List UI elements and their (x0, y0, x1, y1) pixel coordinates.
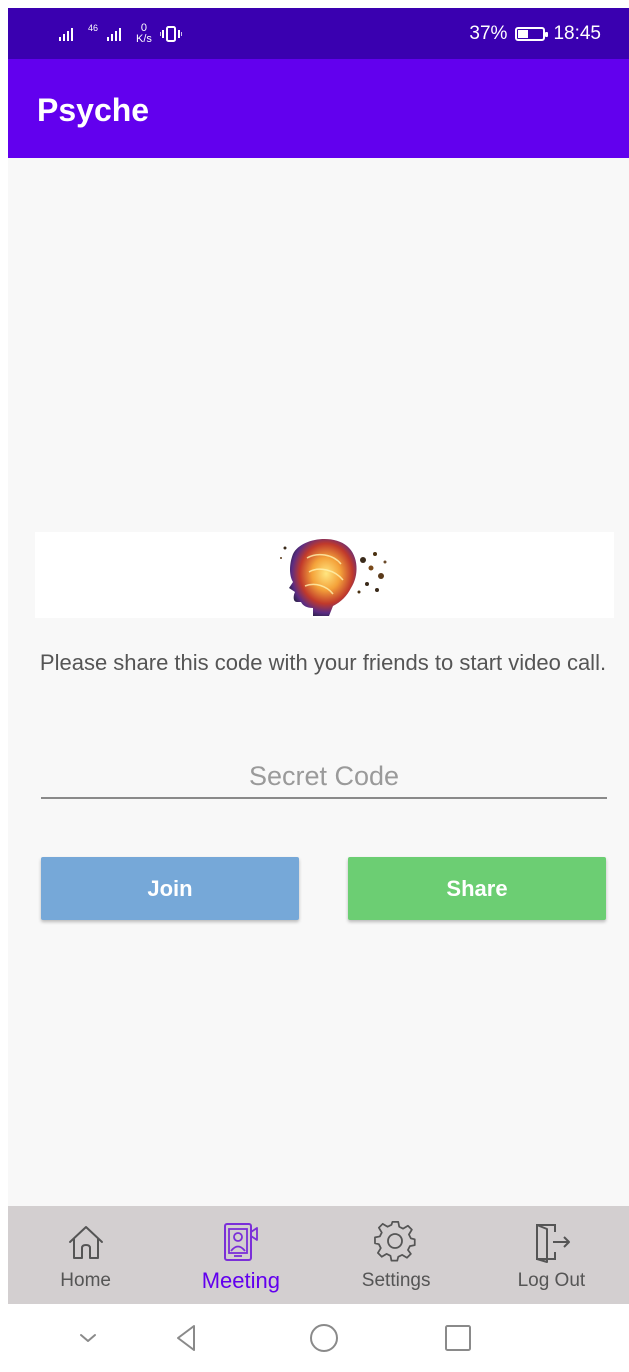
nav-label-settings: Settings (361, 1270, 431, 1291)
back-icon[interactable] (168, 1320, 204, 1356)
network-speed-unit: K/s (136, 33, 152, 45)
clock: 18:45 (553, 23, 601, 44)
nav-item-settings[interactable]: Settings (319, 1206, 474, 1304)
nav-label-home: Home (60, 1270, 111, 1291)
secret-code-input[interactable] (41, 755, 607, 799)
bottom-navigation: Home Meeting Settings Log Out (8, 1206, 629, 1304)
status-left-group: 46 0 K/s (58, 20, 182, 48)
logo-banner (35, 532, 614, 618)
join-button[interactable]: Join (41, 857, 299, 920)
nav-label-logout: Log Out (517, 1270, 586, 1291)
nav-item-logout[interactable]: Log Out (474, 1206, 629, 1304)
share-instructions: Please share this code with your friends… (39, 650, 607, 675)
system-navigation-bar (8, 1304, 629, 1372)
meeting-icon (223, 1223, 258, 1261)
app-title: Psyche (37, 92, 150, 128)
network-type-label: 46 (88, 22, 99, 33)
gear-icon (374, 1221, 416, 1262)
vibrate-icon (159, 26, 182, 42)
battery-percent: 37% (469, 23, 508, 44)
status-right-group: 37% 18:45 (469, 20, 601, 48)
chevron-down-icon[interactable] (70, 1320, 106, 1356)
network-speed: 0 K/s (136, 23, 152, 45)
battery-level-fill (518, 30, 529, 38)
psyche-logo-image (280, 539, 387, 616)
signal-icon (59, 28, 73, 41)
app-bar: Psyche (8, 59, 629, 158)
recents-square-icon[interactable] (440, 1320, 476, 1356)
home-circle-icon[interactable] (306, 1320, 342, 1356)
status-bar: 46 0 K/s 37% 18:45 (8, 8, 629, 59)
app-screen: 46 0 K/s 37% 18:45 Psyche Please share t… (8, 8, 629, 1372)
share-button[interactable]: Share (348, 857, 606, 920)
logout-icon (536, 1224, 571, 1263)
battery-icon (515, 27, 549, 41)
nav-item-home[interactable]: Home (8, 1206, 163, 1304)
nav-label-meeting: Meeting (201, 1268, 281, 1293)
nav-item-meeting[interactable]: Meeting (163, 1206, 318, 1304)
signal-icon-secondary (107, 28, 122, 41)
home-icon (68, 1226, 103, 1259)
